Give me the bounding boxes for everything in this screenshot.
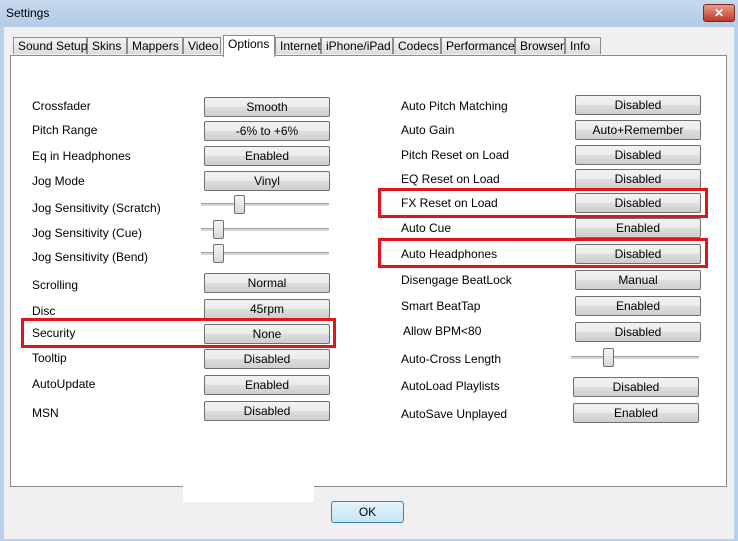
slider-thumb[interactable] [234, 195, 245, 214]
tab-internet[interactable]: Internet [275, 37, 321, 54]
scrolling-label: Scrolling [32, 278, 79, 292]
fx-reset-highlight-box [378, 188, 708, 218]
tab-iphone-ipad[interactable]: iPhone/iPad [321, 37, 393, 54]
msn-button[interactable]: Disabled [204, 401, 330, 421]
eq-headphones-label: Eq in Headphones [32, 149, 131, 163]
eq-reset-button[interactable]: Disabled [575, 169, 701, 189]
autoupdate-label: AutoUpdate [32, 377, 96, 391]
security-highlight-box [21, 318, 336, 348]
jog-mode-button[interactable]: Vinyl [204, 171, 330, 191]
disengage-beatlock-label: Disengage BeatLock [401, 273, 512, 287]
disc-button[interactable]: 45rpm [204, 299, 330, 319]
pitch-reset-label: Pitch Reset on Load [401, 148, 510, 162]
title-bar: Settings ✕ [0, 0, 738, 27]
jog-mode-label: Jog Mode [32, 174, 85, 188]
jog-scratch-label: Jog Sensitivity (Scratch) [32, 201, 161, 215]
options-panel: Crossfader Smooth Pitch Range -6% to +6%… [10, 55, 727, 502]
tab-performances[interactable]: Performances [441, 37, 521, 54]
jog-bend-slider[interactable] [201, 244, 329, 264]
autosave-button[interactable]: Enabled [573, 403, 699, 423]
auto-cue-label: Auto Cue [401, 221, 452, 235]
scrolling-button[interactable]: Normal [204, 273, 330, 293]
disc-label: Disc [32, 304, 56, 318]
pitch-range-label: Pitch Range [32, 123, 98, 137]
auto-headphones-highlight-box [378, 238, 708, 268]
blank-area [183, 476, 314, 502]
autosave-label: AutoSave Unplayed [401, 407, 508, 421]
autoload-button[interactable]: Disabled [573, 377, 699, 397]
auto-cross-label: Auto-Cross Length [401, 352, 502, 366]
tab-skins[interactable]: Skins [87, 37, 127, 54]
auto-gain-button[interactable]: Auto+Remember [575, 120, 701, 140]
allow-bpm-label: Allow BPM<80 [403, 324, 482, 338]
slider-thumb[interactable] [213, 220, 224, 239]
auto-gain-label: Auto Gain [401, 123, 455, 137]
auto-pitch-button[interactable]: Disabled [575, 95, 701, 115]
auto-cross-slider[interactable] [571, 348, 699, 368]
slider-thumb[interactable] [213, 244, 224, 263]
tab-mappers[interactable]: Mappers [127, 37, 183, 54]
disengage-beatlock-button[interactable]: Manual [575, 270, 701, 290]
pitch-range-button[interactable]: -6% to +6% [204, 121, 330, 141]
window-title: Settings [6, 6, 50, 20]
crossfader-label: Crossfader [32, 99, 91, 113]
crossfader-button[interactable]: Smooth [204, 97, 330, 117]
smart-beattap-label: Smart BeatTap [401, 299, 481, 313]
tab-video[interactable]: Video [183, 37, 221, 54]
ok-button[interactable]: OK [331, 501, 404, 523]
tooltip-button[interactable]: Disabled [204, 349, 330, 369]
allow-bpm-button[interactable]: Disabled [575, 322, 701, 342]
tab-codecs[interactable]: Codecs [393, 37, 441, 54]
msn-label: MSN [32, 406, 59, 420]
slider-thumb[interactable] [603, 348, 614, 367]
jog-cue-label: Jog Sensitivity (Cue) [32, 226, 143, 240]
close-icon: ✕ [713, 6, 725, 20]
slider-track [201, 203, 329, 206]
jog-cue-slider[interactable] [201, 220, 329, 240]
jog-bend-label: Jog Sensitivity (Bend) [32, 250, 149, 264]
jog-scratch-slider[interactable] [201, 195, 329, 215]
eq-reset-label: EQ Reset on Load [401, 172, 500, 186]
autoupdate-button[interactable]: Enabled [204, 375, 330, 395]
auto-cue-button[interactable]: Enabled [575, 218, 701, 238]
tab-info[interactable]: Info [565, 37, 601, 54]
pitch-reset-button[interactable]: Disabled [575, 145, 701, 165]
settings-dialog: Sound Setup Skins Mappers Video Options … [4, 27, 734, 539]
tab-options[interactable]: Options [223, 35, 275, 57]
tab-browser[interactable]: Browser [515, 37, 565, 54]
auto-pitch-label: Auto Pitch Matching [401, 99, 508, 113]
tooltip-label: Tooltip [32, 351, 67, 365]
close-button[interactable]: ✕ [703, 4, 735, 22]
smart-beattap-button[interactable]: Enabled [575, 296, 701, 316]
slider-track [571, 356, 699, 359]
tab-sound-setup[interactable]: Sound Setup [13, 37, 87, 54]
eq-headphones-button[interactable]: Enabled [204, 146, 330, 166]
autoload-label: AutoLoad Playlists [401, 379, 500, 393]
